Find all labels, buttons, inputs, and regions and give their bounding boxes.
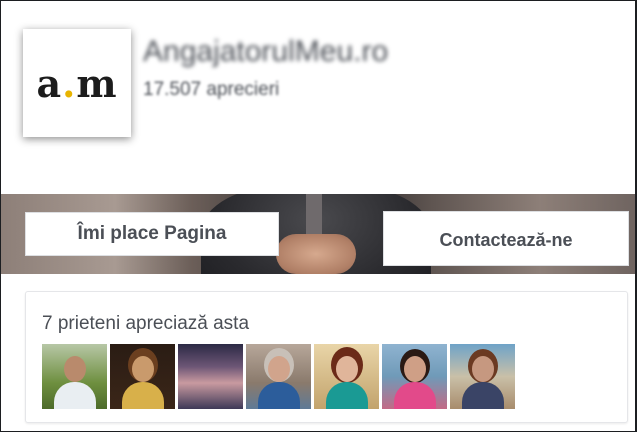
avatar[interactable]: [110, 344, 175, 409]
friends-like-card: 7 prieteni apreciază asta: [25, 291, 628, 423]
avatar[interactable]: [382, 344, 447, 409]
avatar[interactable]: [42, 344, 107, 409]
cover-hands: [276, 234, 356, 274]
logo-wordmark: a.m: [36, 60, 118, 106]
page-title[interactable]: AngajatorulMeu.ro: [143, 35, 388, 69]
page-header: a.m AngajatorulMeu.ro 17.507 aprecieri: [1, 1, 635, 194]
friends-like-label: 7 prieteni apreciază asta: [42, 313, 250, 334]
avatar[interactable]: [246, 344, 311, 409]
page-logo[interactable]: a.m: [23, 29, 131, 137]
avatar[interactable]: [314, 344, 379, 409]
avatar[interactable]: [178, 344, 243, 409]
avatar[interactable]: [450, 344, 515, 409]
like-page-button[interactable]: Îmi place Pagina: [25, 212, 279, 256]
friend-avatar-list: [42, 344, 515, 409]
facebook-page-widget: a.m AngajatorulMeu.ro 17.507 aprecieri Î…: [0, 0, 637, 432]
likes-count: 17.507 aprecieri: [143, 79, 280, 100]
cover-tie: [306, 194, 322, 234]
contact-button[interactable]: Contactează-ne: [383, 211, 629, 266]
